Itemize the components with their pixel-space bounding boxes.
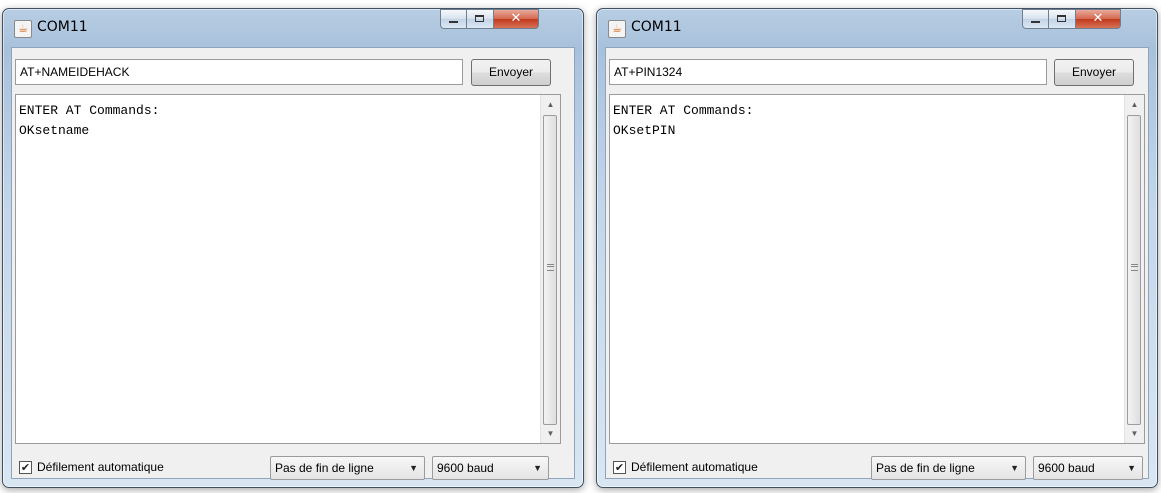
command-input[interactable]: AT+PIN1324 xyxy=(609,59,1047,85)
close-icon: ✕ xyxy=(1092,11,1104,26)
window-title: COM11 xyxy=(631,19,682,35)
dropdown-arrow-icon: ▼ xyxy=(1010,463,1019,473)
baud-rate-select[interactable]: 9600 baud ▼ xyxy=(1033,456,1143,480)
baud-rate-select[interactable]: 9600 baud ▼ xyxy=(432,456,549,480)
serial-monitor-window-2: ☕ COM11 ✕ AT+PIN1324 Envoyer ENTER AT Co… xyxy=(596,8,1158,488)
serial-monitor-window-1: ☕ COM11 ✕ AT+NAMEIDEHACK Envoyer ENTER A… xyxy=(2,8,584,488)
dropdown-arrow-icon: ▼ xyxy=(533,463,542,473)
java-cup-icon: ☕ xyxy=(14,20,32,38)
scroll-thumb[interactable] xyxy=(543,115,557,425)
output-text: ENTER AT Commands: OKsetname xyxy=(19,101,534,141)
window-title: COM11 xyxy=(37,19,88,35)
line-ending-value: Pas de fin de ligne xyxy=(275,461,374,475)
line-ending-value: Pas de fin de ligne xyxy=(876,461,975,475)
status-bar: ✔ Défilement automatique Pas de fin de l… xyxy=(606,446,1148,486)
scroll-up-arrow-icon[interactable]: ▲ xyxy=(541,96,560,113)
output-line: ENTER AT Commands: xyxy=(613,103,754,118)
scroll-down-arrow-icon[interactable]: ▼ xyxy=(541,425,560,442)
output-line: OKsetname xyxy=(19,123,90,138)
maximize-button[interactable] xyxy=(467,9,494,29)
line-ending-select[interactable]: Pas de fin de ligne ▼ xyxy=(270,456,425,480)
autoscroll-checkbox[interactable]: ✔ xyxy=(613,461,626,474)
send-button[interactable]: Envoyer xyxy=(1054,59,1134,86)
maximize-icon xyxy=(1057,15,1066,22)
baud-rate-value: 9600 baud xyxy=(437,461,494,475)
java-cup-icon: ☕ xyxy=(608,20,626,38)
minimize-button[interactable] xyxy=(440,9,467,29)
window-client: AT+NAMEIDEHACK Envoyer ENTER AT Commands… xyxy=(11,47,575,480)
window-client: AT+PIN1324 Envoyer ENTER AT Commands: OKs… xyxy=(605,47,1149,480)
close-icon: ✕ xyxy=(510,11,522,26)
close-button[interactable]: ✕ xyxy=(494,9,539,29)
autoscroll-checkbox[interactable]: ✔ xyxy=(19,461,32,474)
autoscroll-label[interactable]: Défilement automatique xyxy=(37,460,164,474)
grip-icon xyxy=(547,264,554,271)
command-input[interactable]: AT+NAMEIDEHACK xyxy=(15,59,463,85)
baud-rate-value: 9600 baud xyxy=(1038,461,1095,475)
vertical-scrollbar[interactable]: ▲ ▼ xyxy=(540,95,560,443)
send-button[interactable]: Envoyer xyxy=(471,59,551,86)
status-bar: ✔ Défilement automatique Pas de fin de l… xyxy=(12,446,574,486)
scroll-up-arrow-icon[interactable]: ▲ xyxy=(1125,96,1144,113)
maximize-icon xyxy=(475,15,484,22)
minimize-icon xyxy=(449,21,458,23)
title-bar[interactable]: ☕ COM11 ✕ xyxy=(3,9,583,45)
vertical-scrollbar[interactable]: ▲ ▼ xyxy=(1124,95,1144,443)
output-text: ENTER AT Commands: OKsetPIN xyxy=(613,101,1118,141)
minimize-icon xyxy=(1031,21,1040,23)
close-button[interactable]: ✕ xyxy=(1076,9,1121,29)
serial-output[interactable]: ENTER AT Commands: OKsetPIN ▲ ▼ xyxy=(609,94,1145,444)
line-ending-select[interactable]: Pas de fin de ligne ▼ xyxy=(871,456,1026,480)
autoscroll-label[interactable]: Défilement automatique xyxy=(631,460,758,474)
scroll-down-arrow-icon[interactable]: ▼ xyxy=(1125,425,1144,442)
minimize-button[interactable] xyxy=(1022,9,1049,29)
output-line: ENTER AT Commands: xyxy=(19,103,160,118)
serial-output[interactable]: ENTER AT Commands: OKsetname ▲ ▼ xyxy=(15,94,561,444)
scroll-thumb[interactable] xyxy=(1127,115,1141,425)
title-bar[interactable]: ☕ COM11 ✕ xyxy=(597,9,1157,45)
output-line: OKsetPIN xyxy=(613,123,676,138)
maximize-button[interactable] xyxy=(1049,9,1076,29)
dropdown-arrow-icon: ▼ xyxy=(1127,463,1136,473)
dropdown-arrow-icon: ▼ xyxy=(409,463,418,473)
grip-icon xyxy=(1131,264,1138,271)
